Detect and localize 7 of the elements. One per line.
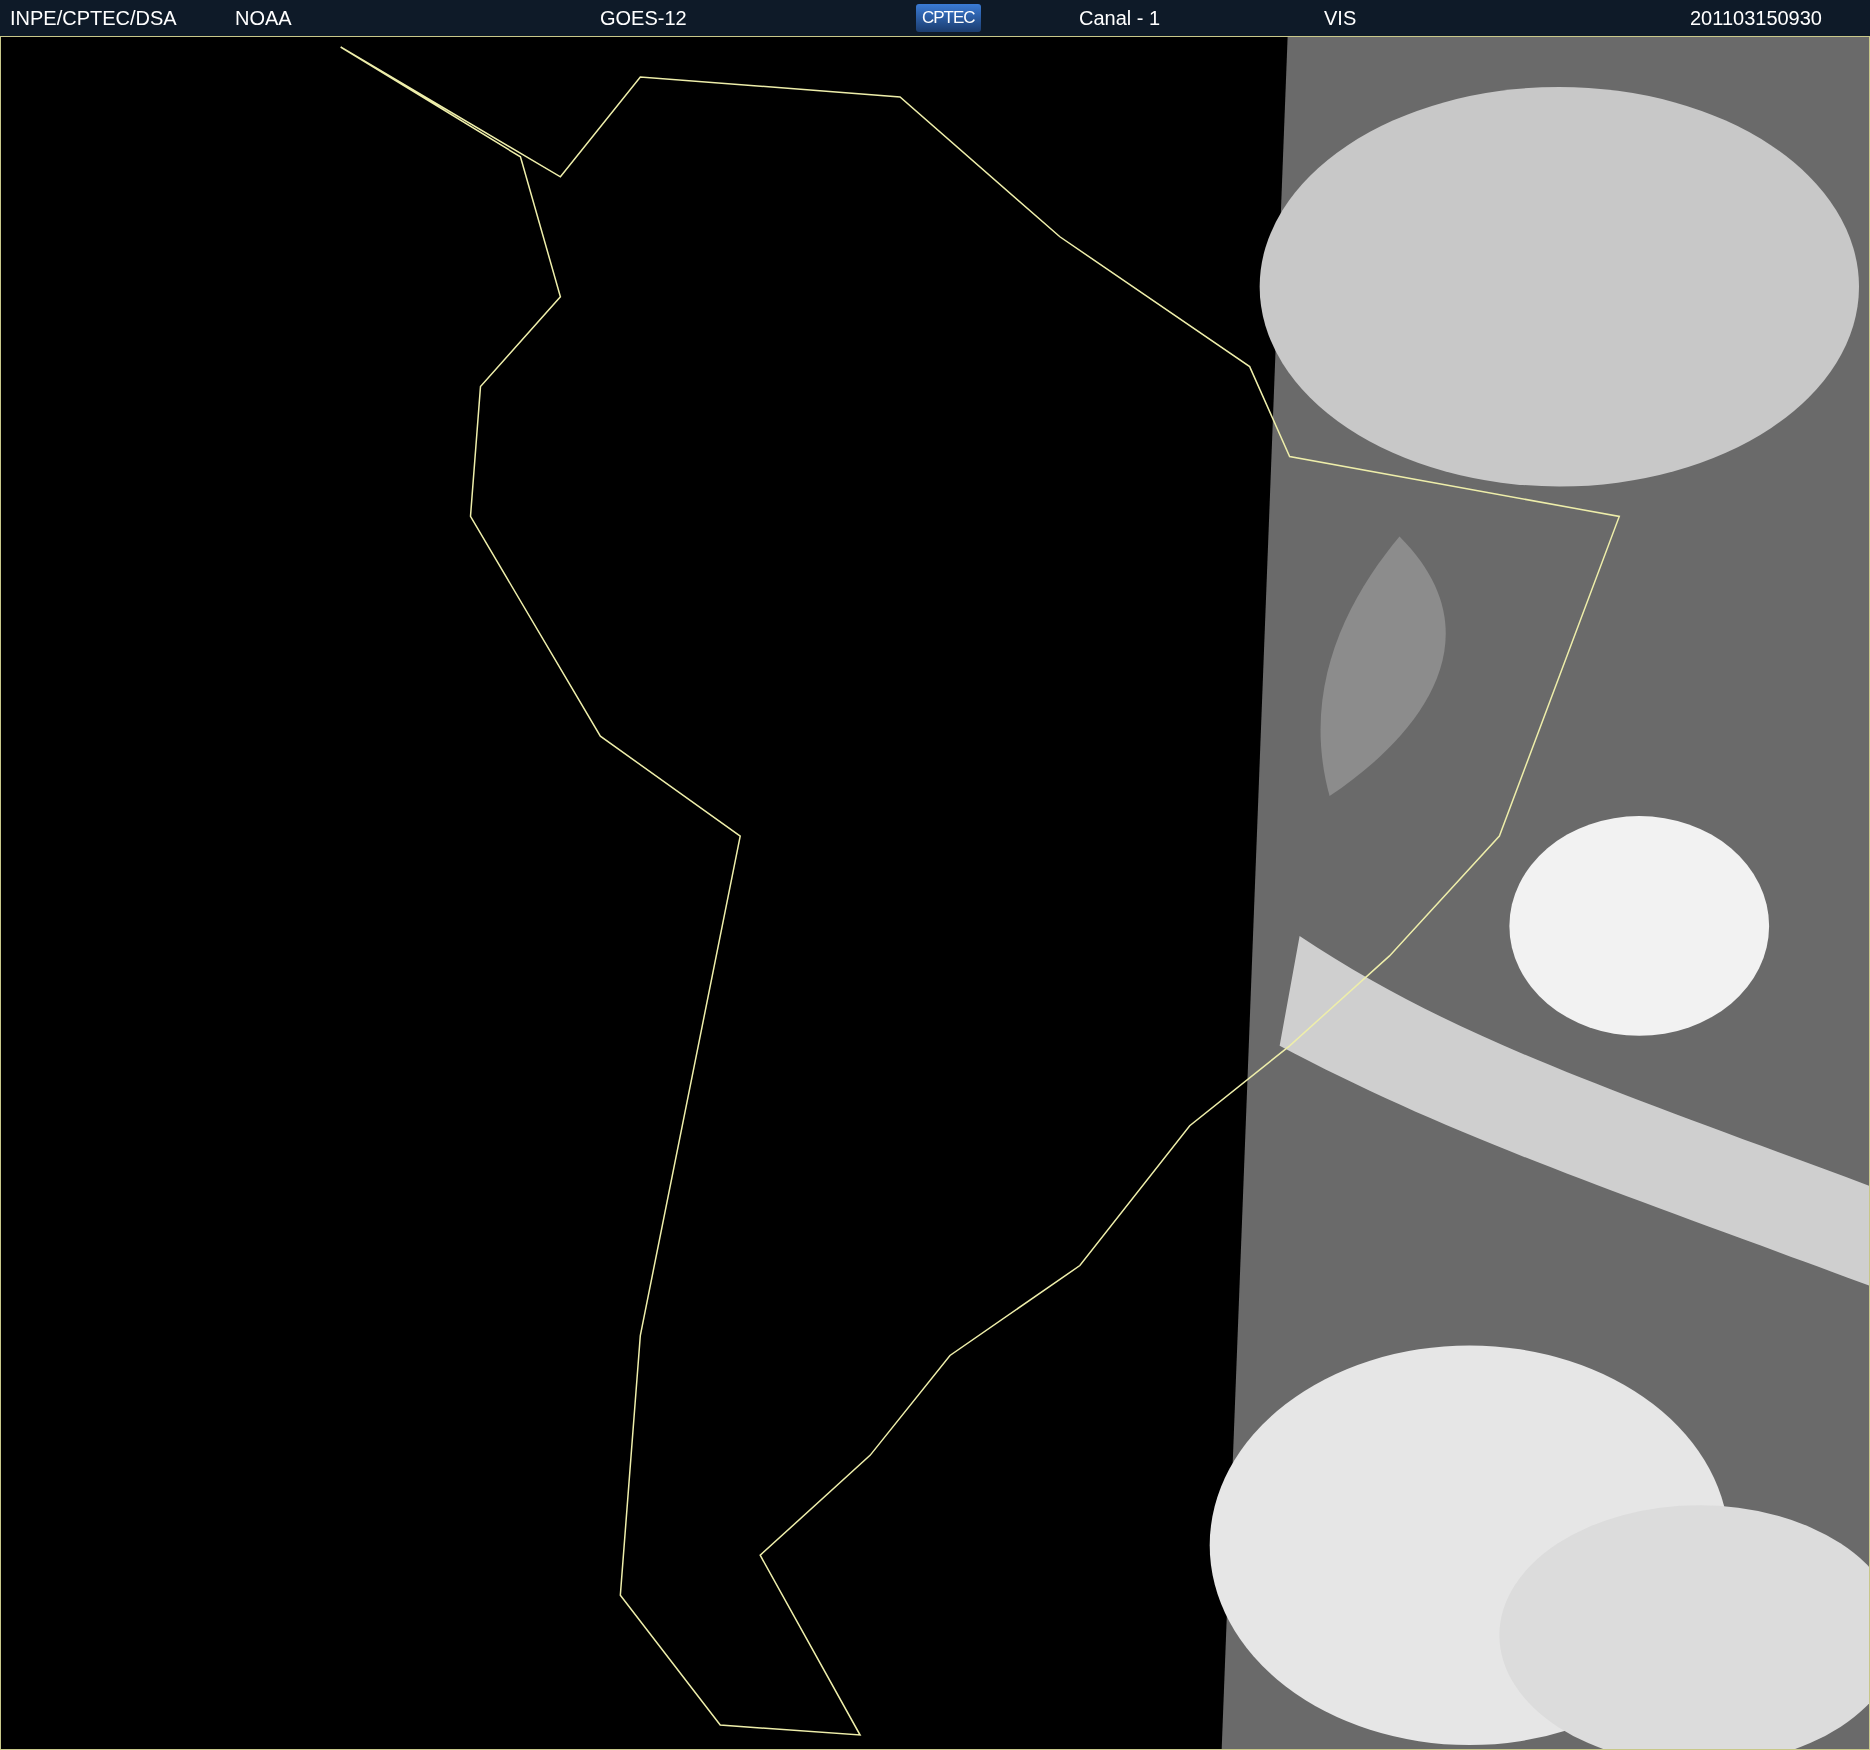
satellite-label: GOES-12 <box>600 6 687 30</box>
agency-label: INPE/CPTEC/DSA <box>10 6 177 30</box>
satellite-operator-label: NOAA <box>235 6 292 30</box>
timestamp-label: 201103150930 <box>1690 6 1822 30</box>
cptec-logo: CPTEC <box>916 4 981 32</box>
band-label: VIS <box>1324 6 1357 30</box>
channel-label: Canal - 1 <box>1079 6 1161 30</box>
